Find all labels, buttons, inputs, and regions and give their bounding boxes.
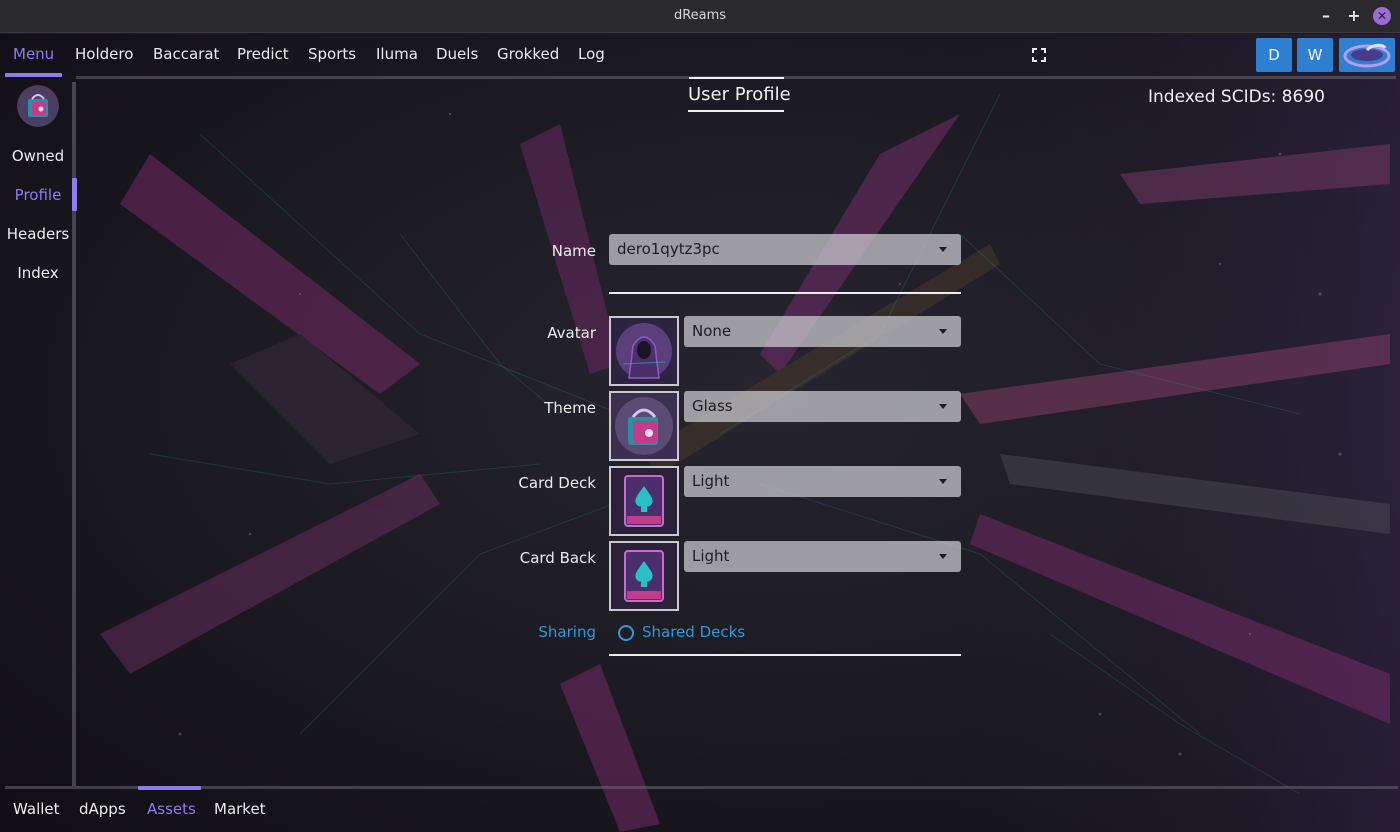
window-titlebar: dReams – + ✕: [0, 0, 1400, 33]
bottom-nav-divider: [5, 786, 1398, 789]
card-back-label: Card Back: [519, 549, 596, 567]
card-deck-icon: [611, 468, 677, 534]
bottom-nav-market[interactable]: Market: [214, 800, 266, 818]
chevron-down-icon: [939, 404, 947, 409]
glass-theme-icon: [611, 393, 677, 459]
title-rule-top: [689, 77, 784, 79]
background-art: [0, 34, 1400, 832]
chevron-down-icon: [939, 554, 947, 559]
dreams-logo-icon: [1343, 43, 1391, 68]
avatar-value: None: [692, 322, 732, 340]
card-deck-value: Light: [692, 472, 730, 490]
shared-decks-label[interactable]: Shared Decks: [642, 623, 745, 641]
indexed-scids-count: Indexed SCIDs: 8690: [1148, 87, 1325, 107]
close-icon[interactable]: ✕: [1373, 7, 1391, 25]
fullscreen-icon[interactable]: [1031, 47, 1047, 63]
bottom-nav-dapps[interactable]: dApps: [79, 800, 126, 818]
card-back-value: Light: [692, 547, 730, 565]
tab-holdero[interactable]: Holdero: [75, 45, 133, 63]
sidebar-item-headers[interactable]: Headers: [0, 225, 76, 243]
bottom-nav-assets[interactable]: Assets: [147, 800, 196, 818]
theme-preview: [609, 391, 679, 461]
app-window: Menu Holdero Baccarat Predict Sports Ilu…: [0, 34, 1400, 832]
tab-duels[interactable]: Duels: [436, 45, 478, 63]
sidebar-item-profile[interactable]: Profile: [0, 186, 76, 204]
card-back-select[interactable]: Light: [684, 541, 961, 572]
card-deck-preview: [609, 466, 679, 536]
card-deck-label: Card Deck: [518, 474, 596, 492]
card-back-icon: [611, 543, 677, 609]
wallet-connect-button[interactable]: W: [1297, 38, 1333, 72]
avatar-select[interactable]: None: [684, 316, 961, 347]
active-tab-indicator: [5, 73, 62, 77]
tab-iluma[interactable]: Iluma: [376, 45, 418, 63]
card-back-preview: [609, 541, 679, 611]
sidebar-item-index[interactable]: Index: [0, 264, 76, 282]
bottom-nav-wallet[interactable]: Wallet: [13, 800, 60, 818]
sharing-label: Sharing: [538, 623, 596, 641]
card-deck-select[interactable]: Light: [684, 466, 961, 497]
maximize-icon[interactable]: +: [1344, 6, 1364, 26]
avatar-label: Avatar: [547, 324, 596, 342]
name-value: dero1qytz3pc: [617, 240, 720, 258]
chevron-down-icon: [939, 329, 947, 334]
dreams-logo-button[interactable]: [1339, 38, 1395, 72]
page-title: User Profile: [688, 84, 791, 105]
name-label: Name: [551, 242, 596, 260]
bottom-nav-active-indicator: [138, 786, 201, 790]
tab-sports[interactable]: Sports: [308, 45, 356, 63]
dero-connect-button[interactable]: D: [1256, 38, 1292, 72]
tab-menu[interactable]: Menu: [13, 45, 54, 63]
theme-value: Glass: [692, 397, 733, 415]
sidebar-active-indicator: [72, 178, 77, 211]
tab-grokked[interactable]: Grokked: [497, 45, 559, 63]
sidebar-item-owned[interactable]: Owned: [0, 147, 76, 165]
tab-baccarat[interactable]: Baccarat: [153, 45, 219, 63]
name-divider: [609, 292, 961, 294]
top-tab-bar: Menu Holdero Baccarat Predict Sports Ilu…: [0, 34, 1400, 79]
theme-label: Theme: [544, 399, 596, 417]
avatar-preview: [609, 316, 679, 386]
theme-select[interactable]: Glass: [684, 391, 961, 422]
chevron-down-icon: [939, 479, 947, 484]
tab-predict[interactable]: Predict: [237, 45, 289, 63]
assets-badge-icon: [17, 85, 59, 127]
tab-log[interactable]: Log: [578, 45, 605, 63]
shared-decks-radio[interactable]: [618, 625, 634, 641]
title-rule-bottom: [688, 110, 784, 112]
sharing-divider: [609, 654, 961, 656]
minimize-icon[interactable]: –: [1316, 6, 1336, 26]
chevron-down-icon: [939, 247, 947, 252]
hooded-avatar-icon: [611, 318, 677, 384]
window-title: dReams: [673, 8, 727, 23]
name-select[interactable]: dero1qytz3pc: [609, 234, 961, 265]
